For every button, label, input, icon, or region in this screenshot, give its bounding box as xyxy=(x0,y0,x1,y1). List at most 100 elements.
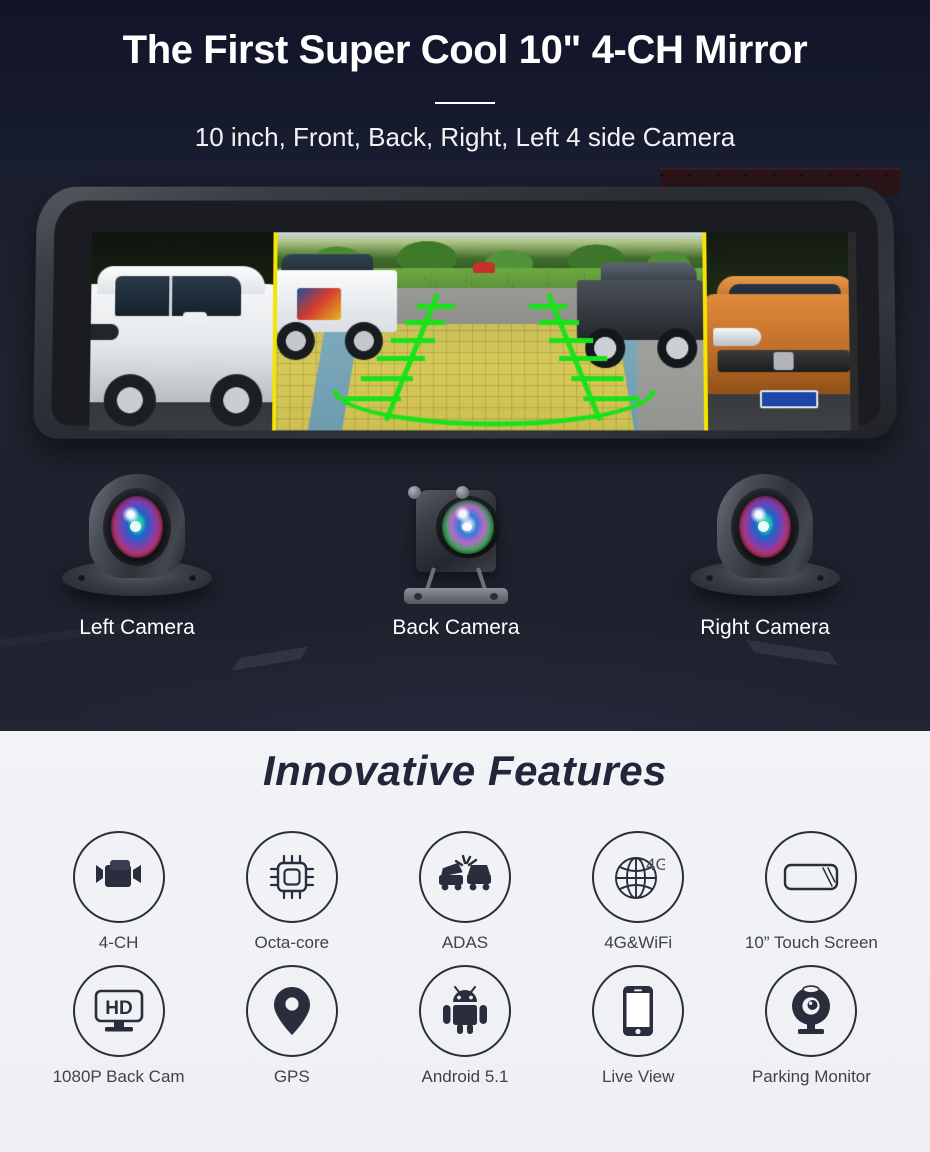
android-robot-icon xyxy=(442,986,487,1034)
feature-item-adas[interactable]: ADAS xyxy=(378,831,551,953)
white-suv-headlight xyxy=(89,323,119,341)
pane-left-camera-view xyxy=(89,232,274,431)
right-camera-unit: Right Camera xyxy=(690,474,840,639)
touch-screen-icon xyxy=(784,863,839,891)
back-camera-label: Back Camera xyxy=(392,616,520,639)
white-suv-wheel xyxy=(103,374,157,427)
camera-lens xyxy=(739,496,791,558)
feature-label: GPS xyxy=(273,1067,310,1086)
left-camera-scene xyxy=(89,232,274,431)
camera-lens xyxy=(442,500,494,554)
white-suv-windows xyxy=(114,276,242,316)
video-camera-icon xyxy=(95,860,141,887)
screw-hole xyxy=(189,574,196,581)
hero-section: The First Super Cool 10" 4-CH Mirror 10 … xyxy=(0,0,930,731)
feature-icon-circle xyxy=(418,965,511,1057)
page-subtitle: 10 inch, Front, Back, Right, Left 4 side… xyxy=(194,122,736,152)
pane-right-camera-view xyxy=(706,232,851,431)
orange-suv-headlight xyxy=(713,328,762,347)
feature-label: 10” Touch Screen xyxy=(744,933,878,952)
features-grid: 4-CH Octa-core ADAS 4G 4G&WiFi 10” Touch… xyxy=(32,831,898,1087)
screw-hole xyxy=(817,574,824,581)
globe-4g-icon: 4G xyxy=(615,855,665,899)
feature-label: 4-CH xyxy=(98,933,139,952)
feature-icon-circle: 4G xyxy=(592,831,685,923)
box-camera-back xyxy=(404,486,508,616)
orange-suv-license-plate xyxy=(759,390,819,409)
guideline-tick xyxy=(360,376,413,382)
parking-guidelines-overlay xyxy=(276,232,704,430)
feature-label: Octa-core xyxy=(254,933,330,952)
feature-label: Live View xyxy=(601,1067,675,1086)
white-suv-wheel xyxy=(209,374,263,427)
orange-suv-badge xyxy=(773,352,794,371)
back-camera-unit: Back Camera xyxy=(392,486,520,639)
feature-label: Android 5.1 xyxy=(421,1067,509,1086)
hd-monitor-icon: HD xyxy=(94,989,143,1032)
feature-item-android[interactable]: Android 5.1 xyxy=(378,965,551,1087)
feature-icon-circle xyxy=(72,831,165,923)
bracket-pivot-knob xyxy=(408,486,421,499)
feature-icon-circle xyxy=(418,831,511,923)
guideline-tick xyxy=(417,304,456,310)
camera-mount-plate xyxy=(404,588,508,604)
smartphone-icon xyxy=(623,986,654,1036)
feature-icon-circle xyxy=(245,831,338,923)
mirror-screen xyxy=(89,232,859,431)
right-camera-scene xyxy=(706,232,851,431)
page-title: The First Super Cool 10" 4-CH Mirror xyxy=(122,28,808,72)
guideline-tick xyxy=(559,356,608,362)
mirror-bezel xyxy=(32,186,898,439)
cpu-chip-icon xyxy=(269,854,314,900)
pane-rear-camera-view xyxy=(272,232,709,431)
dome-camera-left xyxy=(62,474,212,596)
feature-label: 1080P Back Cam xyxy=(52,1067,185,1086)
features-title: Innovative Features xyxy=(263,747,667,794)
feature-icon-circle xyxy=(592,965,685,1057)
white-suv-side-mirror xyxy=(182,312,207,325)
feature-item-4g-wifi[interactable]: 4G 4G&WiFi xyxy=(552,831,725,953)
guideline-tick xyxy=(539,319,580,325)
screw-hole xyxy=(78,574,85,581)
car-collision-icon xyxy=(438,855,491,891)
mirror-inner-bezel xyxy=(51,200,881,431)
hd-text: HD xyxy=(105,998,132,1019)
left-camera-unit: Left Camera xyxy=(62,474,212,639)
camera-lens xyxy=(111,496,163,558)
guideline-arc xyxy=(332,390,656,427)
camera-housing xyxy=(416,490,500,572)
camera-lineup: Left Camera Back Camera Right Camera xyxy=(0,470,930,670)
feature-item-parking-monitor[interactable]: Parking Monitor xyxy=(725,965,898,1087)
feature-icon-circle xyxy=(765,831,858,923)
badge-4g-text: 4G xyxy=(646,855,665,874)
feature-item-1080p-back-cam[interactable]: HD 1080P Back Cam xyxy=(32,965,205,1087)
feature-icon-circle xyxy=(245,965,338,1057)
screw-hole xyxy=(706,574,713,581)
guideline-tick xyxy=(390,338,435,344)
features-section: Innovative Features 4-CH Octa-core ADAS … xyxy=(0,731,930,1152)
bracket-pivot-knob xyxy=(456,486,469,499)
guideline-tick xyxy=(376,356,425,362)
feature-item-touch-screen[interactable]: 10” Touch Screen xyxy=(725,831,898,953)
feature-label: Parking Monitor xyxy=(751,1067,871,1086)
map-pin-icon xyxy=(273,987,310,1035)
guideline-tick xyxy=(549,338,594,344)
rear-camera-scene xyxy=(272,232,708,431)
right-camera-label: Right Camera xyxy=(700,616,830,639)
feature-label: 4G&WiFi xyxy=(604,933,673,952)
left-camera-label: Left Camera xyxy=(79,616,195,639)
mirror-dashcam-device xyxy=(32,186,898,439)
feature-item-gps[interactable]: GPS xyxy=(205,965,378,1087)
camera-bracket-arms xyxy=(422,567,490,590)
guideline-tick xyxy=(404,319,445,325)
feature-item-octa-core[interactable]: Octa-core xyxy=(205,831,378,953)
guideline-tick xyxy=(528,304,567,310)
title-divider xyxy=(435,102,495,104)
feature-item-4ch[interactable]: 4-CH xyxy=(32,831,205,953)
dome-camera-right xyxy=(690,474,840,596)
feature-item-live-view[interactable]: Live View xyxy=(552,965,725,1087)
guideline-tick xyxy=(571,376,624,382)
feature-label: ADAS xyxy=(441,933,489,952)
feature-icon-circle: HD xyxy=(72,965,165,1057)
feature-icon-circle xyxy=(765,965,858,1057)
